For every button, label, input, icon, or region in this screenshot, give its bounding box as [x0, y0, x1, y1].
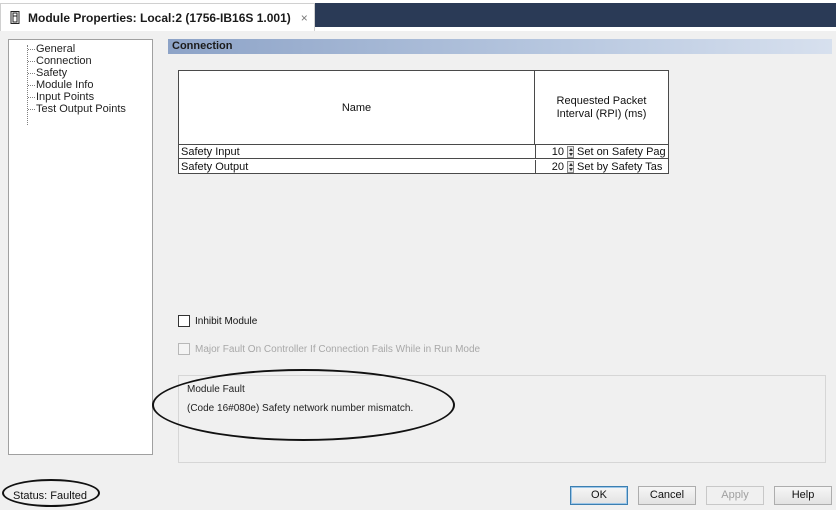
module-properties-dialog: General Connection Safety Module Info In…: [0, 31, 836, 510]
module-fault-message: (Code 16#080e) Safety network number mis…: [187, 403, 414, 414]
row-name: Safety Input: [181, 146, 240, 158]
nav-item-safety[interactable]: Safety: [9, 67, 152, 79]
column-header-name: Name: [179, 71, 535, 145]
module-fault-title: Module Fault: [187, 384, 245, 395]
status-text: Status: Faulted: [13, 490, 87, 502]
title-bar: Module Properties: Local:2 (1756-IB16S 1…: [0, 0, 836, 31]
connection-table: Name Requested Packet Interval (RPI) (ms…: [178, 70, 669, 174]
rpi-note: Set on Safety Pag: [577, 146, 666, 158]
section-title: Connection: [172, 40, 233, 52]
rpi-note: Set by Safety Tas: [577, 161, 663, 173]
table-row: Safety Output 20 Set by Safety Tas: [179, 160, 668, 174]
nav-item-connection[interactable]: Connection: [9, 55, 152, 67]
close-icon[interactable]: ×: [301, 11, 308, 25]
help-button[interactable]: Help: [774, 486, 832, 505]
ok-button[interactable]: OK: [570, 486, 628, 505]
cancel-button[interactable]: Cancel: [638, 486, 696, 505]
nav-item-input-points[interactable]: Input Points: [9, 91, 152, 103]
module-fault-group: [178, 375, 826, 463]
row-name: Safety Output: [181, 161, 249, 173]
major-fault-checkbox: [178, 343, 190, 355]
module-icon: [10, 11, 20, 24]
document-tab[interactable]: Module Properties: Local:2 (1756-IB16S 1…: [0, 3, 315, 31]
column-header-rpi: Requested Packet Interval (RPI) (ms): [535, 71, 668, 145]
rpi-spinner[interactable]: [567, 161, 574, 173]
inhibit-module-option[interactable]: Inhibit Module: [178, 315, 257, 327]
rpi-value[interactable]: 10: [536, 145, 566, 159]
apply-button: Apply: [706, 486, 764, 505]
category-tree[interactable]: General Connection Safety Module Info In…: [8, 39, 153, 455]
major-fault-label: Major Fault On Controller If Connection …: [195, 343, 481, 355]
title-strip: [315, 3, 836, 27]
rpi-spinner[interactable]: [567, 146, 574, 158]
rpi-value[interactable]: 20: [536, 160, 566, 174]
window-title: Module Properties: Local:2 (1756-IB16S 1…: [28, 10, 291, 25]
inhibit-module-label: Inhibit Module: [195, 315, 258, 327]
nav-item-test-output-points[interactable]: Test Output Points: [9, 103, 152, 115]
section-header: Connection: [168, 39, 832, 54]
major-fault-option: Major Fault On Controller If Connection …: [178, 343, 480, 355]
table-row: Safety Input 10 Set on Safety Pag: [179, 145, 668, 159]
inhibit-module-checkbox[interactable]: [178, 315, 190, 327]
nav-item-module-info[interactable]: Module Info: [9, 79, 152, 91]
nav-item-general[interactable]: General: [9, 43, 152, 55]
